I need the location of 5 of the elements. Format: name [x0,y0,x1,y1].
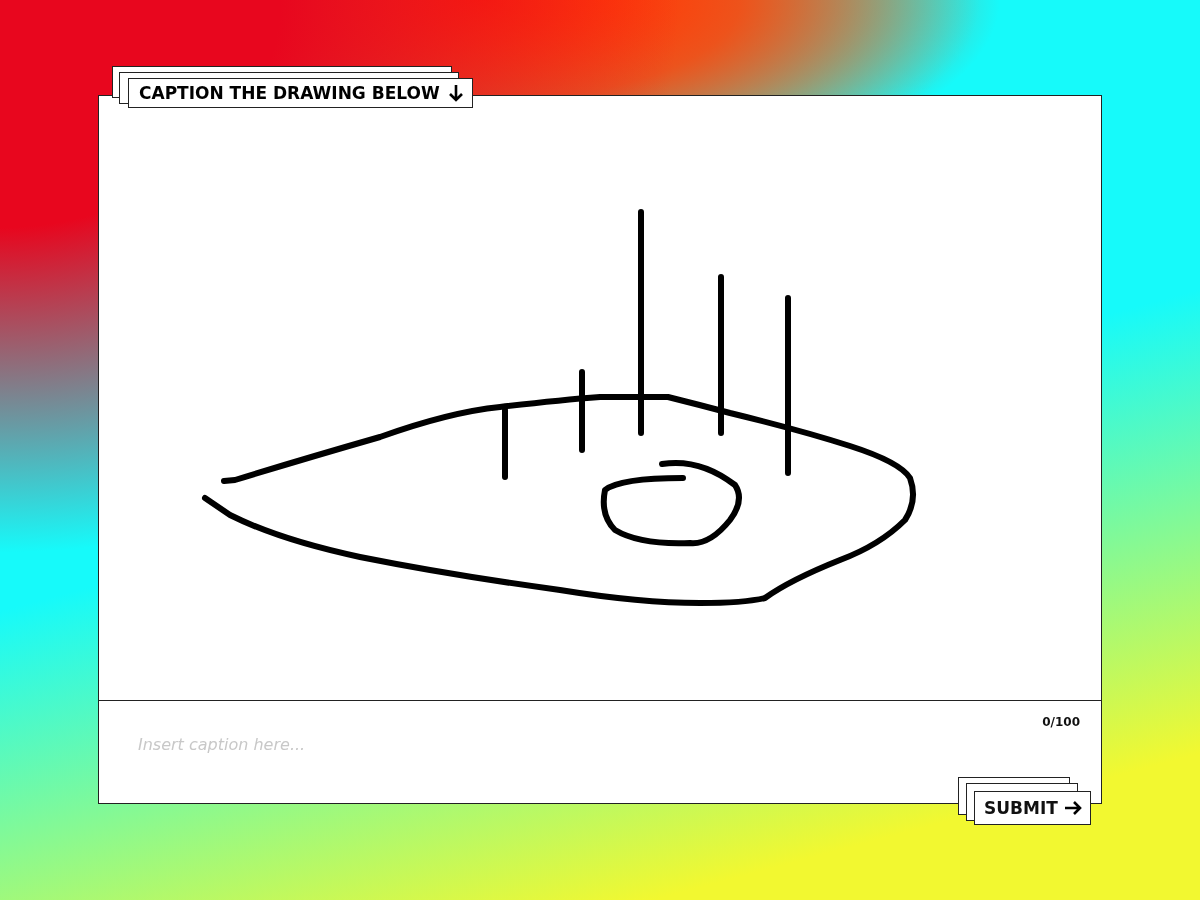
submit-button[interactable]: SUBMIT [974,791,1091,825]
character-counter: 0/100 [1042,715,1080,729]
right-arrow-icon [1063,800,1082,816]
prompt-title: CAPTION THE DRAWING BELOW [128,78,473,108]
down-arrow-icon [447,84,464,102]
